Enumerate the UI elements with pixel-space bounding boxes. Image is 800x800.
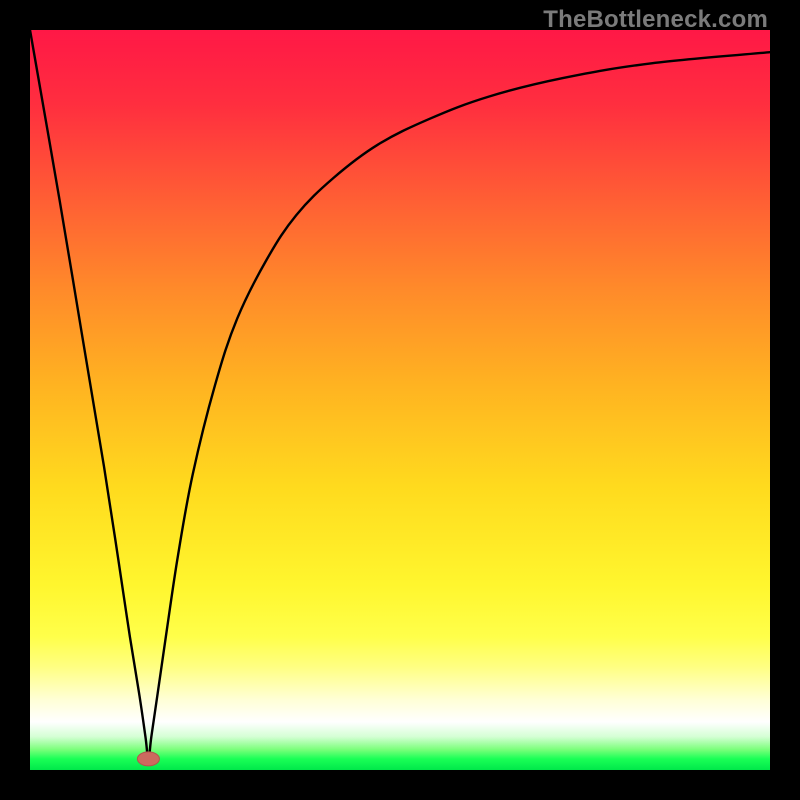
chart-frame: TheBottleneck.com	[0, 0, 800, 800]
curve-layer	[30, 30, 770, 770]
optimal-marker	[137, 752, 159, 766]
bottleneck-curve	[30, 30, 770, 759]
plot-area	[30, 30, 770, 770]
